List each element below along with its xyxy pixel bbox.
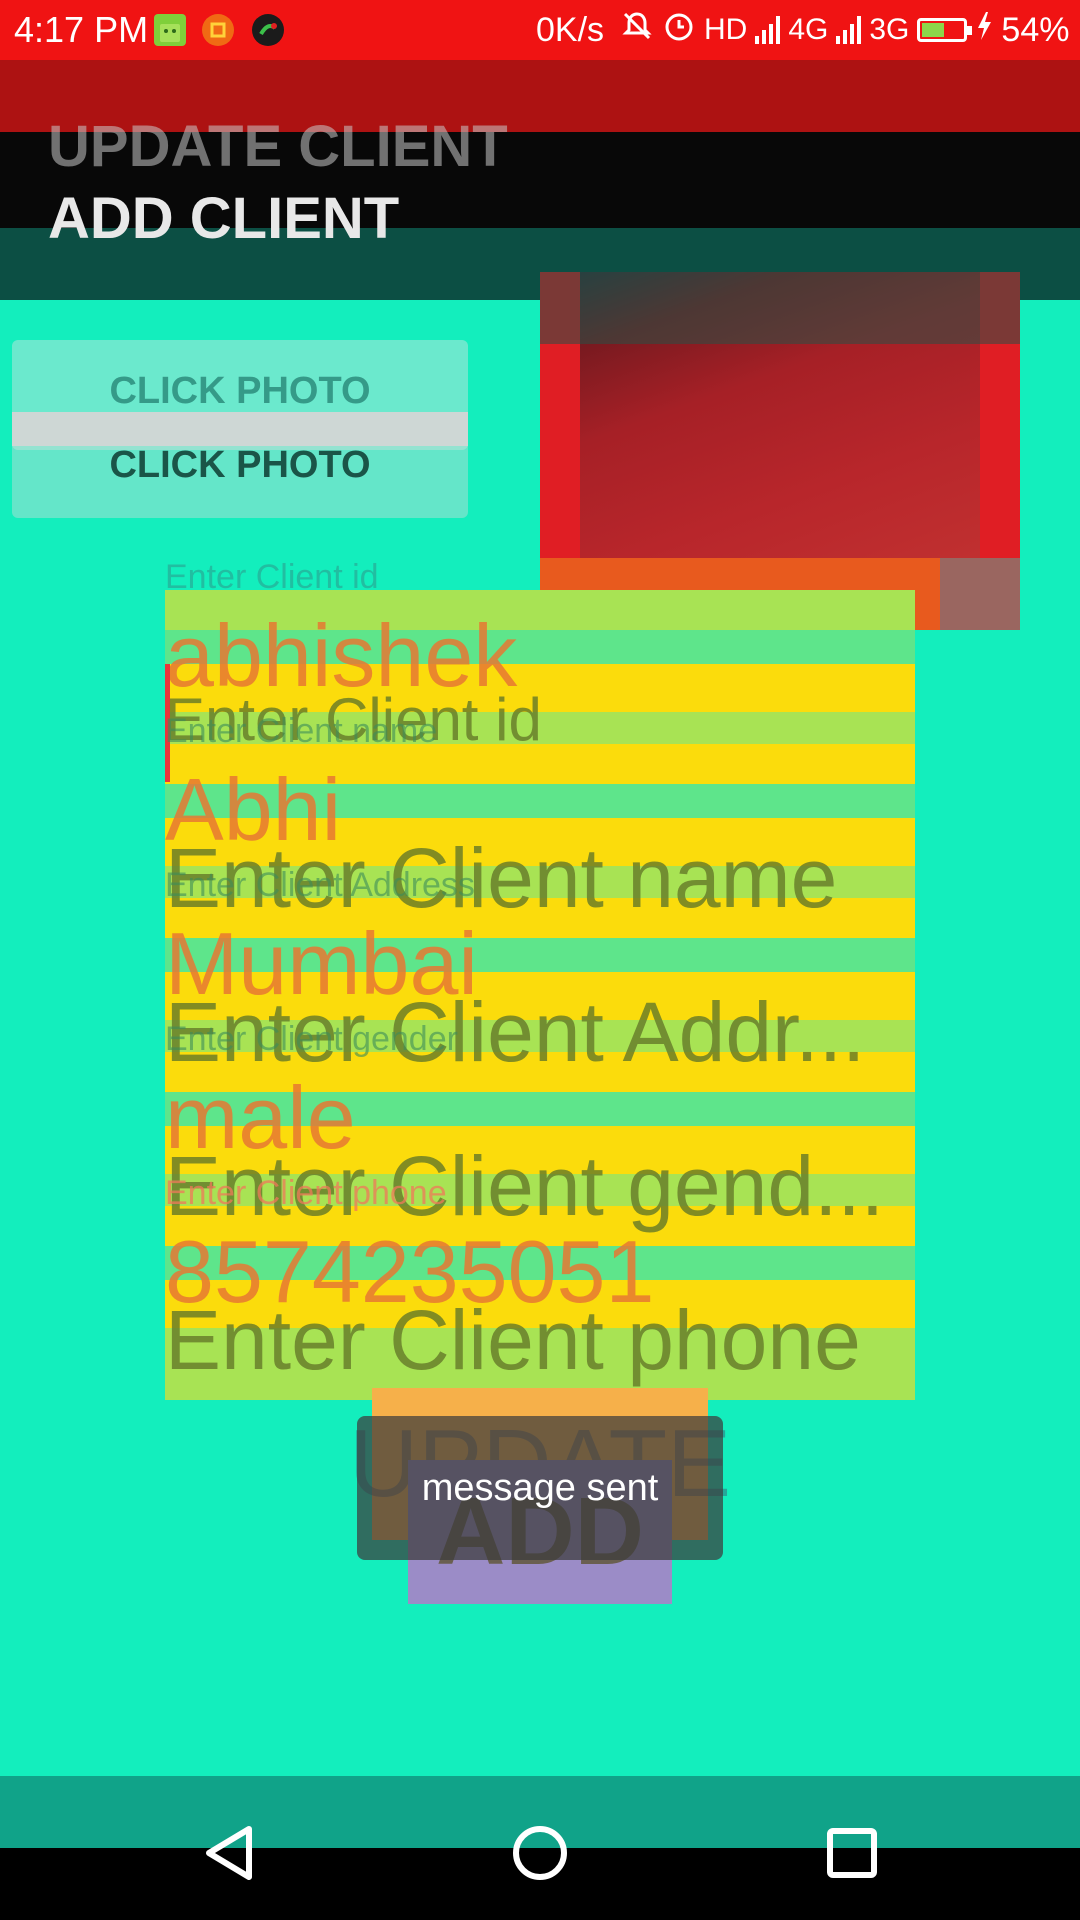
recent-apps-icon[interactable] — [817, 1818, 887, 1888]
battery-icon — [917, 18, 973, 42]
client-phone-field-add[interactable]: Enter Client phone — [165, 1292, 915, 1388]
battery-fill — [922, 23, 945, 37]
client-gender-hint: Enter Client gender — [165, 1020, 458, 1058]
click-photo-button-add[interactable]: CLICK PHOTO — [12, 412, 468, 518]
hd-label: HD — [704, 13, 748, 46]
toast-message: message sent — [357, 1416, 723, 1560]
signal-icon-secondary — [836, 16, 862, 44]
status-indicators: HD 4G 3G 54% — [620, 8, 1069, 52]
mute-icon — [620, 9, 654, 51]
add-client-title: ADD CLIENT — [48, 186, 400, 251]
photo-overlay — [540, 272, 1020, 344]
battery-percent: 54% — [1001, 10, 1070, 49]
call-recorder-icon — [252, 14, 284, 46]
client-name-hint: Enter Client name — [165, 712, 438, 750]
network-4g-label: 4G — [788, 13, 829, 46]
update-client-title: UPDATE CLIENT — [48, 114, 508, 179]
click-photo-label: CLICK PHOTO — [109, 443, 371, 486]
charging-icon — [975, 10, 993, 50]
signal-icon — [755, 16, 781, 44]
back-icon[interactable] — [194, 1818, 264, 1888]
alarm-icon — [662, 9, 696, 51]
network-speed: 0K/s — [536, 11, 605, 49]
client-phone-hint: Enter Client phone — [165, 1174, 447, 1212]
status-bar: 4:17 PM 0K/s HD 4G 3G 54% — [0, 0, 1080, 60]
client-address-hint: Enter Client Address — [165, 866, 475, 904]
home-icon[interactable] — [505, 1818, 575, 1888]
android-app-icon — [154, 14, 186, 46]
network-3g-label: 3G — [869, 13, 910, 46]
client-photo-preview — [540, 272, 1020, 630]
client-id-hint: Enter Client id — [165, 558, 379, 596]
status-time: 4:17 PM — [14, 9, 149, 50]
crop-icon — [202, 14, 234, 46]
click-photo-label: CLICK PHOTO — [109, 369, 371, 412]
